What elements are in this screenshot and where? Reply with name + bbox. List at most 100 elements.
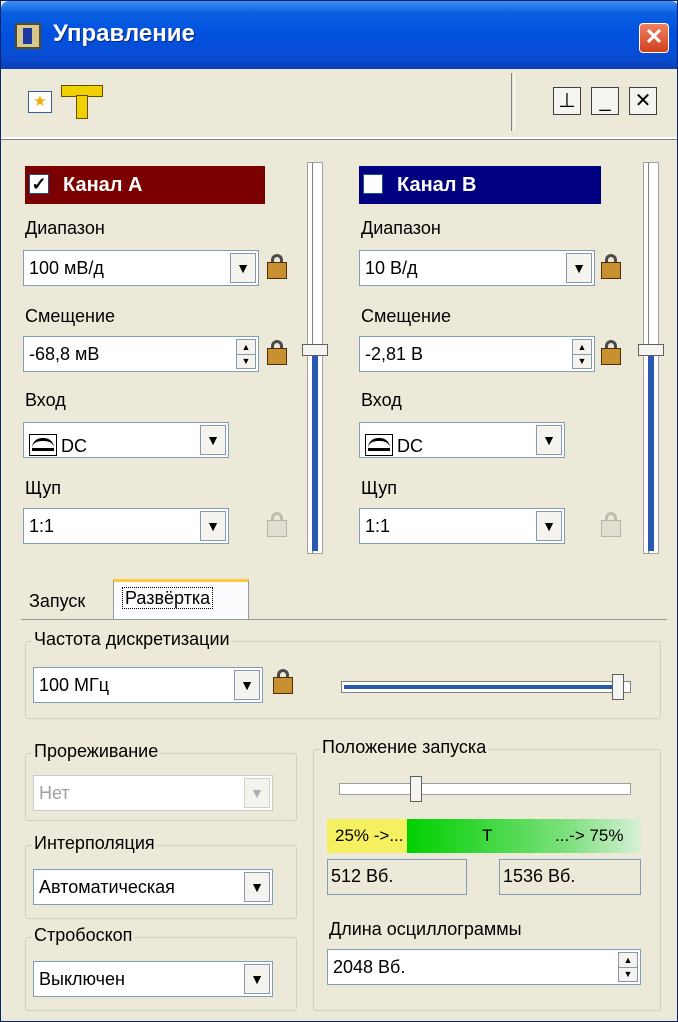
spin-arrows-icon[interactable]: ▲ ▼: [618, 952, 638, 982]
sample-rate-select[interactable]: 100 МГц ▼: [33, 667, 263, 703]
post-trigger-samples: 1536 Вб.: [499, 859, 641, 895]
channel-b-range-label: Диапазон: [361, 218, 441, 238]
channel-a-header: ✓ Канал А: [25, 166, 265, 204]
record-length-label: Длина осциллограммы: [329, 919, 522, 939]
decimation-group-label: Прореживание: [32, 741, 161, 762]
channel-b-offset-label: Смещение: [361, 306, 452, 326]
channel-a-offset-slider[interactable]: [302, 162, 328, 554]
lock-icon[interactable]: [599, 340, 623, 366]
trigger-position-slider[interactable]: [339, 776, 631, 802]
channel-b-header: Канал В: [359, 166, 601, 204]
chevron-down-icon: ▼: [244, 778, 270, 808]
decimation-select: Нет ▼: [33, 775, 273, 811]
app-icon: [15, 23, 41, 49]
channel-a-probe-value: 1:1: [29, 516, 55, 536]
trigger-bar-center-text: T: [482, 826, 493, 845]
chevron-down-icon[interactable]: ▼: [536, 511, 562, 541]
control-window: Управление ✕ ★ ⊥ _ ✕ ✓ Канал А Диапазон …: [0, 0, 678, 1022]
sample-rate-group-label: Частота дискретизации: [32, 629, 232, 650]
channel-a-offset-value: -68,8 мВ: [29, 344, 100, 364]
channel-a-panel: ✓ Канал А Диапазон 100 мВ/д ▼ Смещение -…: [1, 146, 331, 566]
lock-icon[interactable]: [265, 340, 289, 366]
window-close-button[interactable]: ✕: [639, 23, 669, 53]
chevron-down-icon[interactable]: ▼: [230, 253, 256, 283]
channel-b-offset-spinbox[interactable]: -2,81 В ▲ ▼: [359, 336, 595, 372]
record-length-value: 2048 Вб.: [333, 957, 406, 977]
channel-a-input-value: DC: [61, 436, 87, 456]
decimation-value: Нет: [39, 783, 70, 803]
lock-icon-disabled: [265, 512, 289, 538]
spin-arrows-icon[interactable]: ▲ ▼: [236, 339, 256, 369]
channel-b-probe-value: 1:1: [365, 516, 391, 536]
slider-thumb[interactable]: [302, 344, 328, 356]
tab-strip: Запуск Развёртка: [21, 579, 661, 619]
minimize-button[interactable]: _: [591, 87, 619, 115]
channel-b-range-value: 10 В/д: [365, 258, 418, 278]
lock-icon-disabled: [599, 512, 623, 538]
channel-a-range-value: 100 мВ/д: [29, 258, 104, 278]
slider-thumb[interactable]: [410, 776, 422, 802]
sample-rate-slider[interactable]: [341, 674, 631, 700]
interpolation-value: Автоматическая: [39, 877, 175, 897]
pin-button[interactable]: ⊥: [553, 87, 581, 115]
tab-trigger[interactable]: Запуск: [21, 585, 113, 619]
chevron-down-icon[interactable]: ▼: [566, 253, 592, 283]
close-icon: ✕: [634, 90, 652, 112]
tab-timebase-label: Развёртка: [122, 587, 214, 609]
channel-b-panel: Канал В Диапазон 10 В/д ▼ Смещение -2,81…: [337, 146, 667, 566]
dc-coupling-icon: [29, 434, 57, 456]
channel-a-probe-select[interactable]: 1:1 ▼: [23, 508, 229, 544]
stroboscope-select[interactable]: Выключен ▼: [33, 961, 273, 997]
channel-a-range-select[interactable]: 100 мВ/д ▼: [23, 250, 259, 286]
tab-trigger-label: Запуск: [29, 591, 86, 611]
chevron-down-icon[interactable]: ▼: [200, 511, 226, 541]
stroboscope-group-label: Стробоскоп: [32, 925, 135, 946]
channel-b-checkbox[interactable]: [363, 174, 383, 194]
channel-b-range-select[interactable]: 10 В/д ▼: [359, 250, 595, 286]
channel-b-offset-value: -2,81 В: [365, 344, 424, 364]
chevron-down-icon[interactable]: ▼: [536, 425, 562, 455]
slider-thumb[interactable]: [612, 674, 624, 700]
chevron-down-icon[interactable]: ▼: [234, 670, 260, 700]
record-length-spinbox[interactable]: 2048 Вб. ▲ ▼: [327, 949, 641, 985]
trigger-bar-left-text: 25% ->...: [335, 826, 404, 845]
interpolation-select[interactable]: Автоматическая ▼: [33, 869, 273, 905]
star-icon[interactable]: ★: [28, 91, 52, 113]
ruler-icon[interactable]: [61, 85, 103, 119]
channel-a-probe-label: Щуп: [25, 478, 62, 498]
close-panel-button[interactable]: ✕: [629, 87, 657, 115]
minimize-icon: _: [599, 90, 611, 112]
channel-b-probe-select[interactable]: 1:1 ▼: [359, 508, 565, 544]
stroboscope-value: Выключен: [39, 969, 125, 989]
channel-b-input-value: DC: [397, 436, 423, 456]
channel-b-input-label: Вход: [361, 390, 402, 410]
toolbar-separator: [511, 73, 515, 131]
chevron-down-icon[interactable]: ▼: [244, 964, 270, 994]
channel-b-offset-slider[interactable]: [638, 162, 664, 554]
spin-arrows-icon[interactable]: ▲ ▼: [572, 339, 592, 369]
window-title: Управление: [53, 20, 195, 47]
channel-a-title: Канал А: [63, 174, 143, 196]
dc-coupling-icon: [365, 434, 393, 456]
trigger-position-bar: 25% ->... T ...-> 75%: [327, 819, 641, 853]
chevron-down-icon[interactable]: ▼: [200, 425, 226, 455]
title-bar[interactable]: Управление ✕: [1, 1, 677, 69]
chevron-down-icon[interactable]: ▼: [244, 872, 270, 902]
lock-icon[interactable]: [599, 254, 623, 280]
channel-b-input-select[interactable]: DC ▼: [359, 422, 565, 458]
channel-a-input-select[interactable]: DC ▼: [23, 422, 229, 458]
channel-a-range-label: Диапазон: [25, 218, 105, 238]
channel-a-offset-spinbox[interactable]: -68,8 мВ ▲ ▼: [23, 336, 259, 372]
channel-b-probe-label: Щуп: [361, 478, 398, 498]
interpolation-group-label: Интерполяция: [32, 833, 157, 854]
tab-timebase[interactable]: Развёртка: [113, 579, 249, 619]
channel-b-title: Канал В: [397, 174, 477, 196]
channel-a-offset-label: Смещение: [25, 306, 116, 326]
slider-thumb[interactable]: [638, 344, 664, 356]
lock-icon[interactable]: [265, 254, 289, 280]
lock-icon[interactable]: [271, 669, 295, 695]
sample-rate-value: 100 МГц: [39, 675, 110, 695]
pre-trigger-samples: 512 Вб.: [327, 859, 467, 895]
channel-a-checkbox[interactable]: ✓: [29, 174, 49, 194]
pin-icon: ⊥: [558, 90, 576, 112]
